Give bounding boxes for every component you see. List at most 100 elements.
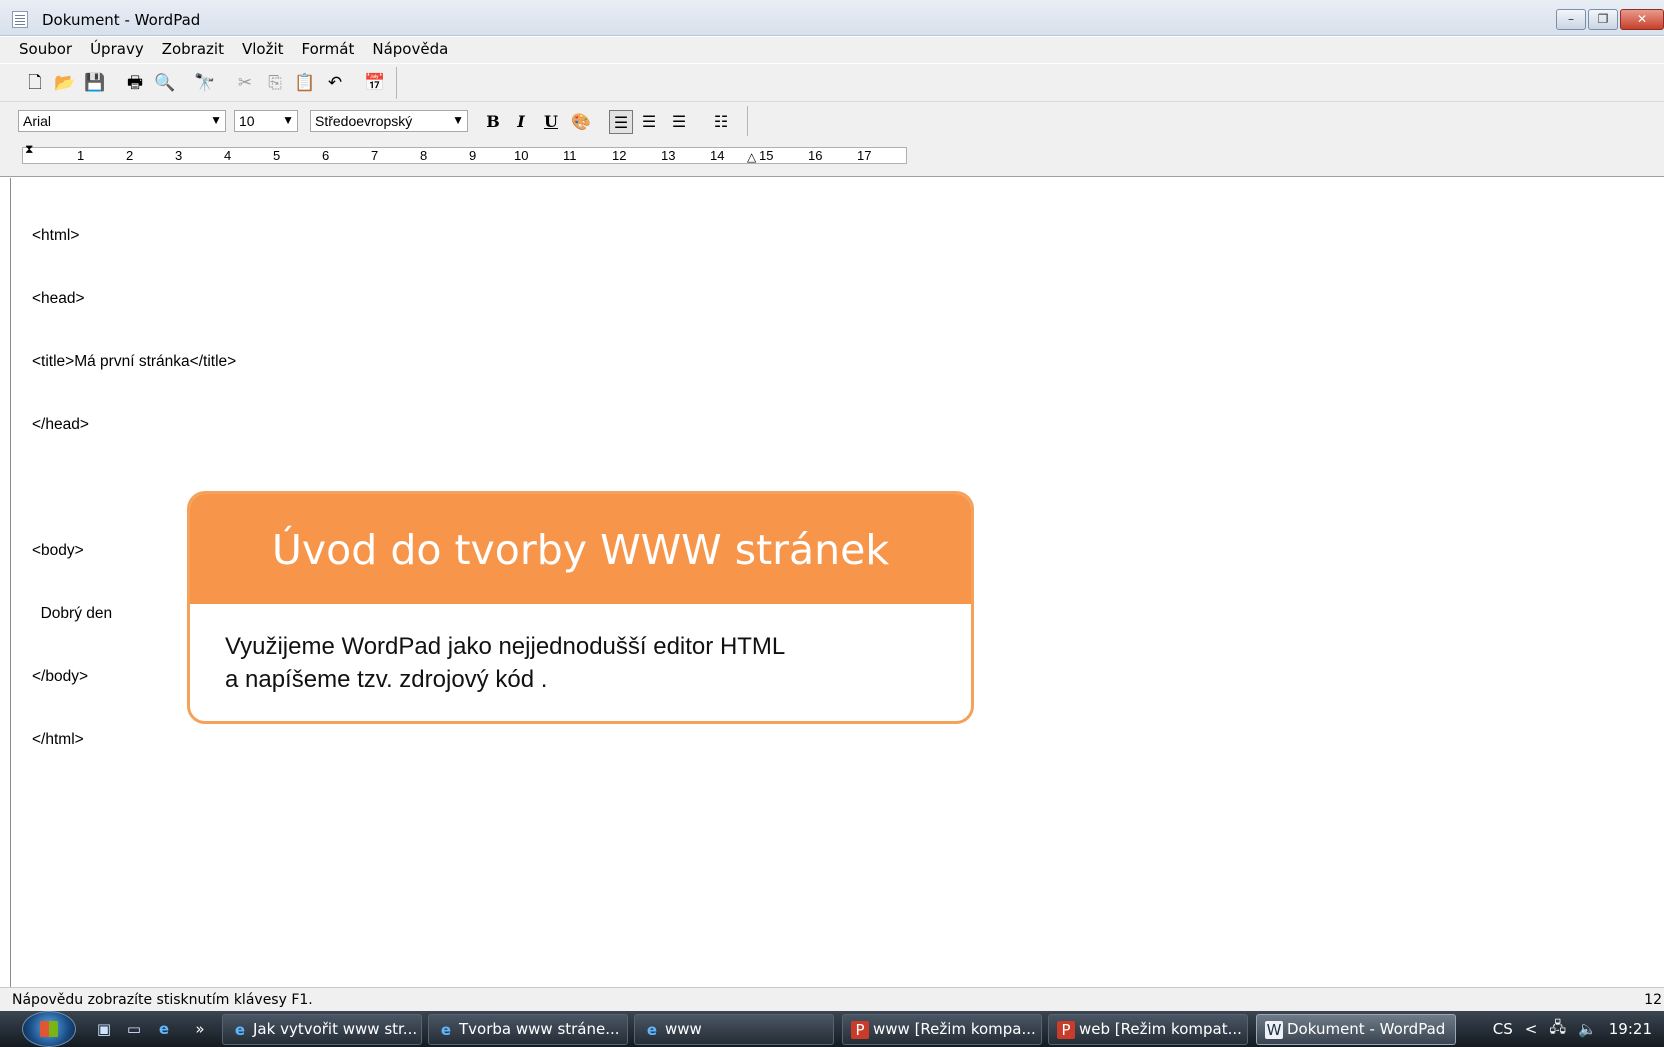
font-value: Arial xyxy=(23,113,52,129)
callout-header: Úvod do tvorby WWW stránek xyxy=(190,494,971,604)
paste-icon[interactable]: 📋 xyxy=(293,71,317,95)
toolbar-divider xyxy=(747,106,748,136)
bold-button[interactable]: B xyxy=(481,110,505,134)
taskbar-item[interactable]: e www xyxy=(634,1014,834,1045)
taskbar-item-label: Tvorba www stráne... xyxy=(459,1020,620,1038)
chevron-down-icon: ▼ xyxy=(452,113,464,127)
script-value: Středoevropský xyxy=(315,113,413,129)
ruler-number: 1 xyxy=(77,148,85,163)
taskbar-item-active[interactable]: W Dokument - WordPad xyxy=(1256,1014,1456,1045)
taskbar-item-label: www [Režim kompa... xyxy=(873,1020,1036,1038)
open-folder-icon[interactable]: 📂 xyxy=(53,71,77,95)
window-controls: – ❐ ✕ xyxy=(1556,9,1664,30)
menu-bar: Soubor Úpravy Zobrazit Vložit Formát Náp… xyxy=(0,37,1664,63)
new-document-icon[interactable]: 🗋 xyxy=(23,71,47,95)
menu-vlozit[interactable]: Vložit xyxy=(233,37,293,63)
bullet-list-icon[interactable]: ☷ xyxy=(709,110,733,134)
status-text: Nápovědu zobrazíte stisknutím klávesy F1… xyxy=(12,992,313,1008)
menu-format[interactable]: Formát xyxy=(293,37,364,63)
taskbar-item-label: Jak vytvořit www str... xyxy=(253,1020,418,1038)
ie-icon: e xyxy=(440,1021,452,1039)
font-select[interactable]: Arial ▼ xyxy=(18,110,226,132)
ruler-number: 2 xyxy=(126,148,134,163)
taskbar: ▣ ▭ e » e Jak vytvořit www str... e Tvor… xyxy=(0,1011,1664,1047)
ruler-number: 16 xyxy=(808,148,823,163)
ruler-number: 17 xyxy=(857,148,872,163)
status-indicator: 12 xyxy=(1644,992,1662,1008)
window-title: Dokument - WordPad xyxy=(42,11,201,29)
ruler-number: 10 xyxy=(514,148,529,163)
document-line: <html> xyxy=(32,227,80,244)
underline-button[interactable]: U xyxy=(539,110,563,134)
font-size-value: 10 xyxy=(239,113,255,129)
script-select[interactable]: Středoevropský ▼ xyxy=(310,110,468,132)
left-indent-marker-icon[interactable]: ⧗ xyxy=(25,142,33,157)
callout-body: Využijeme WordPad jako nejjednodušší edi… xyxy=(225,630,785,696)
align-right-icon[interactable]: ☰ xyxy=(667,110,691,134)
menu-upravy[interactable]: Úpravy xyxy=(81,37,153,63)
callout-line-2: a napíšeme tzv. zdrojový kód . xyxy=(225,666,548,693)
italic-button[interactable]: I xyxy=(509,110,533,134)
system-tray: CS < 🖧 🔈 19:21 xyxy=(1493,1011,1664,1047)
taskbar-item-label: www xyxy=(665,1020,702,1038)
ruler-number: 11 xyxy=(563,148,577,163)
document-line: </head> xyxy=(32,416,89,433)
wordpad-icon: W xyxy=(1265,1021,1283,1039)
ruler-number: 13 xyxy=(661,148,676,163)
font-size-select[interactable]: 10 ▼ xyxy=(234,110,298,132)
ruler-number: 8 xyxy=(420,148,428,163)
show-desktop-icon[interactable]: ▣ xyxy=(94,1020,114,1038)
status-bar: Nápovědu zobrazíte stisknutím klávesy F1… xyxy=(0,987,1664,1011)
language-indicator[interactable]: CS xyxy=(1493,1020,1513,1038)
chevron-down-icon: ▼ xyxy=(282,113,294,127)
ruler-strip[interactable]: 1 2 3 4 5 6 7 8 9 10 11 12 13 14 15 16 1… xyxy=(22,142,907,164)
ruler-number: 5 xyxy=(273,148,281,163)
color-palette-icon[interactable]: 🎨 xyxy=(569,110,593,134)
print-icon[interactable]: 🖶 xyxy=(123,71,147,95)
switch-windows-icon[interactable]: ▭ xyxy=(124,1020,144,1038)
title-bar: Dokument - WordPad – ❐ ✕ xyxy=(0,0,1664,36)
align-center-icon[interactable]: ☰ xyxy=(637,110,661,134)
menu-soubor[interactable]: Soubor xyxy=(10,37,81,63)
taskbar-item[interactable]: P web [Režim kompat... xyxy=(1048,1014,1248,1045)
callout-line-1: Využijeme WordPad jako nejjednodušší edi… xyxy=(225,633,786,660)
restore-button[interactable]: ❐ xyxy=(1588,9,1618,30)
ruler-number: 4 xyxy=(224,148,232,163)
close-button[interactable]: ✕ xyxy=(1620,9,1664,30)
powerpoint-icon: P xyxy=(1057,1021,1075,1039)
align-left-icon[interactable]: ☰ xyxy=(609,110,633,134)
network-icon[interactable]: 🖧 xyxy=(1549,1017,1566,1042)
callout-title: Úvod do tvorby WWW stránek xyxy=(271,526,890,574)
clock[interactable]: 19:21 xyxy=(1609,1020,1652,1038)
ie-icon[interactable]: e xyxy=(154,1020,174,1038)
document-line: <title>Má první stránka</title> xyxy=(32,353,237,370)
taskbar-item[interactable]: e Jak vytvořit www str... xyxy=(222,1014,422,1045)
find-icon[interactable]: 🔭 xyxy=(193,71,217,95)
taskbar-item[interactable]: e Tvorba www stráne... xyxy=(428,1014,628,1045)
ie-icon: e xyxy=(646,1021,658,1039)
save-icon[interactable]: 💾 xyxy=(83,71,107,95)
volume-icon[interactable]: 🔈 xyxy=(1578,1020,1597,1038)
right-indent-marker-icon[interactable]: △ xyxy=(747,150,756,164)
insert-date-time-icon[interactable]: 📅 xyxy=(363,71,387,95)
start-button[interactable] xyxy=(22,1011,76,1047)
taskbar-item-label: web [Režim kompat... xyxy=(1079,1020,1242,1038)
minimize-button[interactable]: – xyxy=(1556,9,1586,30)
document-line: <head> xyxy=(32,290,85,307)
ruler-number: 12 xyxy=(612,148,627,163)
menu-zobrazit[interactable]: Zobrazit xyxy=(153,37,233,63)
cut-icon[interactable]: ✂ xyxy=(233,71,257,95)
undo-icon[interactable]: ↶ xyxy=(323,71,347,95)
quicklaunch-chevron-icon[interactable]: » xyxy=(190,1020,210,1038)
tray-chevron-icon[interactable]: < xyxy=(1525,1020,1538,1038)
menu-napoveda[interactable]: Nápověda xyxy=(363,37,457,63)
ruler-number: 3 xyxy=(175,148,183,163)
ruler-number: 9 xyxy=(469,148,477,163)
taskbar-item[interactable]: P www [Režim kompa... xyxy=(842,1014,1042,1045)
copy-icon[interactable]: ⎘ xyxy=(263,71,287,95)
wordpad-icon xyxy=(12,11,28,28)
ie-icon: e xyxy=(234,1021,246,1039)
chevron-down-icon: ▼ xyxy=(210,113,222,127)
powerpoint-icon: P xyxy=(851,1021,869,1039)
print-preview-icon[interactable]: 🔍 xyxy=(153,71,177,95)
